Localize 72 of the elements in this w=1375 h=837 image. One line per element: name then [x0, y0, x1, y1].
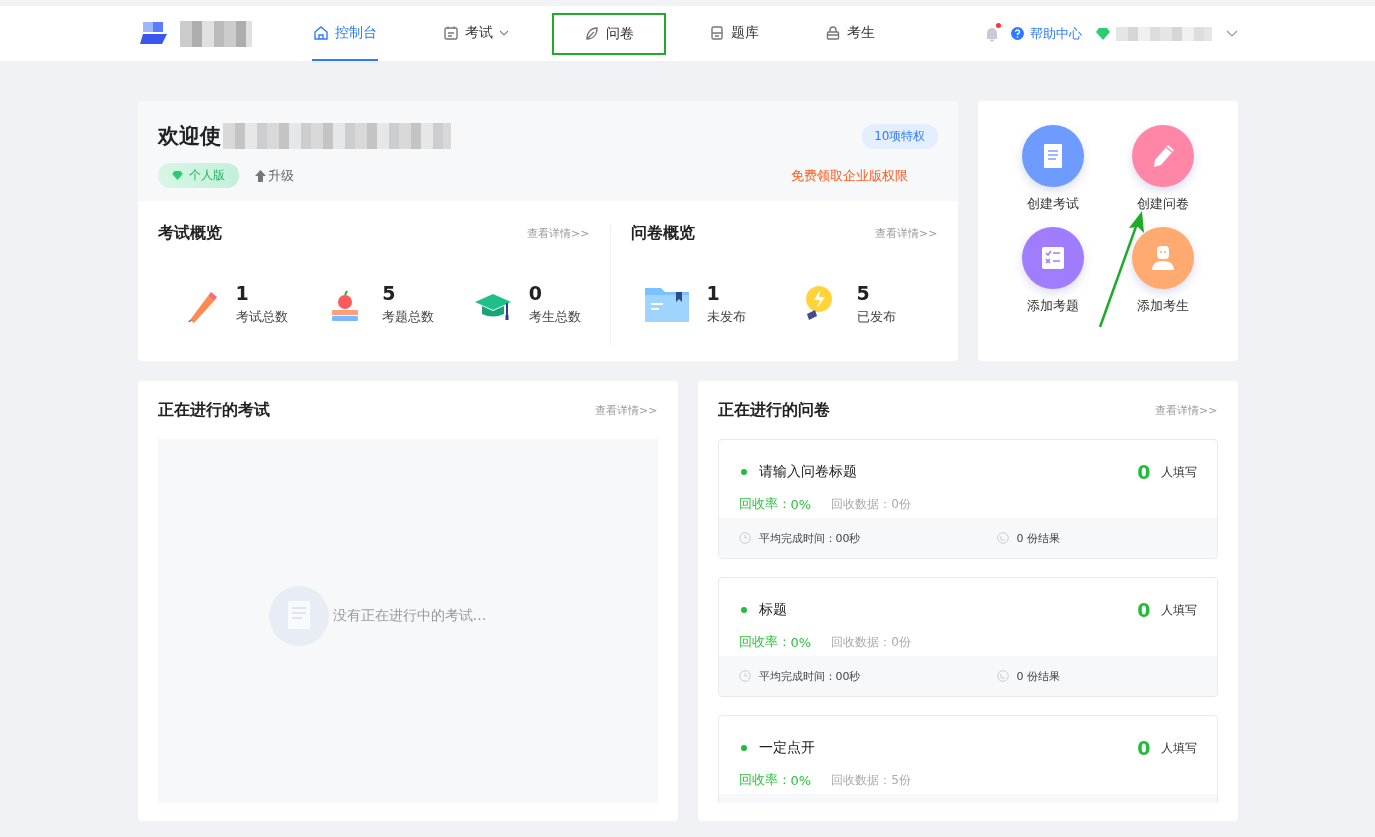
quick-action[interactable]: 添加考生	[1107, 227, 1218, 315]
archive-box-icon	[708, 24, 725, 41]
result-count: 0 份结果	[1016, 668, 1060, 684]
response-count-label: 人填写	[1160, 601, 1197, 619]
average-time: 平均完成时间：00秒	[758, 530, 862, 546]
status-dot	[740, 469, 747, 475]
response-count: 0	[1137, 461, 1151, 483]
response-count: 0	[1137, 599, 1151, 621]
up-arrow-icon	[254, 169, 266, 182]
welcome-title: 欢迎使	[157, 123, 221, 150]
response-count-label: 人填写	[1160, 739, 1197, 757]
status-dot	[740, 607, 747, 613]
quick-action[interactable]: 创建问卷	[1107, 125, 1218, 213]
result-count: 0 份结果	[1016, 530, 1060, 546]
nav-tab[interactable]: 控制台	[311, 6, 378, 61]
nav-tab[interactable]: 考生	[823, 6, 876, 61]
recovery-data: 回收数据：0份	[831, 633, 911, 651]
average-time: 平均完成时间：00秒	[758, 668, 862, 684]
diamond-icon	[171, 171, 183, 180]
leaf-icon	[583, 25, 600, 42]
empty-message: 没有正在进行中的考试...	[332, 607, 487, 625]
diamond-icon	[1095, 27, 1110, 40]
stat-label: 已发布	[856, 308, 896, 326]
caret-icon[interactable]	[1225, 30, 1238, 37]
edition-tag: 个人版	[157, 163, 239, 188]
recovery-rate: 0%	[790, 772, 812, 788]
survey-card[interactable]: 一定点开 0 人填写 回收率：0% 回收数据：5份	[717, 715, 1218, 803]
response-count: 0	[1137, 737, 1151, 759]
survey-title: 一定点开	[758, 739, 815, 757]
survey-card[interactable]: 请输入问卷标题 0 人填写 回收率：0% 回收数据：0份 平均完成时间：00秒 0 份结果	[717, 439, 1218, 559]
stat-label: 未发布	[706, 308, 746, 326]
help-center-link[interactable]: 帮助中心	[1029, 24, 1082, 43]
stat-value: 5	[382, 282, 397, 304]
survey-title: 标题	[758, 601, 787, 619]
stat-label: 考题总数	[382, 308, 435, 326]
result-icon	[996, 670, 1009, 682]
empty-document-icon	[268, 586, 329, 646]
stat-value: 5	[856, 282, 871, 304]
quick-action[interactable]: 添加考题	[997, 227, 1108, 315]
recovery-rate-label: 回收率：	[738, 771, 791, 789]
notification-bell-icon[interactable]	[984, 25, 999, 42]
clock-icon	[738, 670, 751, 682]
calendar-icon	[442, 24, 459, 41]
section-title: 考试概览	[157, 223, 222, 244]
quick-action[interactable]: 创建考试	[997, 125, 1108, 213]
recovery-rate: 0%	[790, 496, 812, 512]
nav-tab[interactable]: 问卷	[551, 12, 666, 55]
nav-tab[interactable]: 题库	[707, 6, 760, 61]
survey-card[interactable]: 标题 0 人填写 回收率：0% 回收数据：0份 平均完成时间：00秒 0 份结果	[717, 577, 1218, 697]
result-icon	[996, 532, 1009, 544]
stat-value: 1	[235, 282, 250, 304]
recovery-data: 回收数据：0份	[831, 495, 911, 513]
status-dot	[740, 745, 747, 751]
stat-value: 1	[706, 282, 721, 304]
response-count-label: 人填写	[1160, 463, 1197, 481]
stat-label: 考生总数	[528, 308, 581, 326]
section-title: 正在进行的考试	[157, 399, 270, 421]
home-icon	[312, 24, 329, 41]
survey-title: 请输入问卷标题	[758, 463, 857, 481]
stat-label: 考试总数	[235, 308, 288, 326]
upgrade-link[interactable]: 升级	[254, 166, 294, 185]
recovery-data: 回收数据：5份	[831, 771, 911, 789]
stat-value: 0	[528, 282, 544, 304]
section-title: 正在进行的问卷	[717, 399, 830, 421]
recovery-rate-label: 回收率：	[738, 633, 791, 651]
recovery-rate: 0%	[790, 634, 812, 650]
nav-tab[interactable]: 考试	[441, 6, 510, 61]
clock-icon	[738, 532, 751, 544]
help-icon[interactable]	[1010, 27, 1024, 40]
lock-icon	[824, 24, 841, 41]
section-title: 问卷概览	[630, 223, 695, 244]
recovery-rate-label: 回收率：	[738, 495, 791, 513]
